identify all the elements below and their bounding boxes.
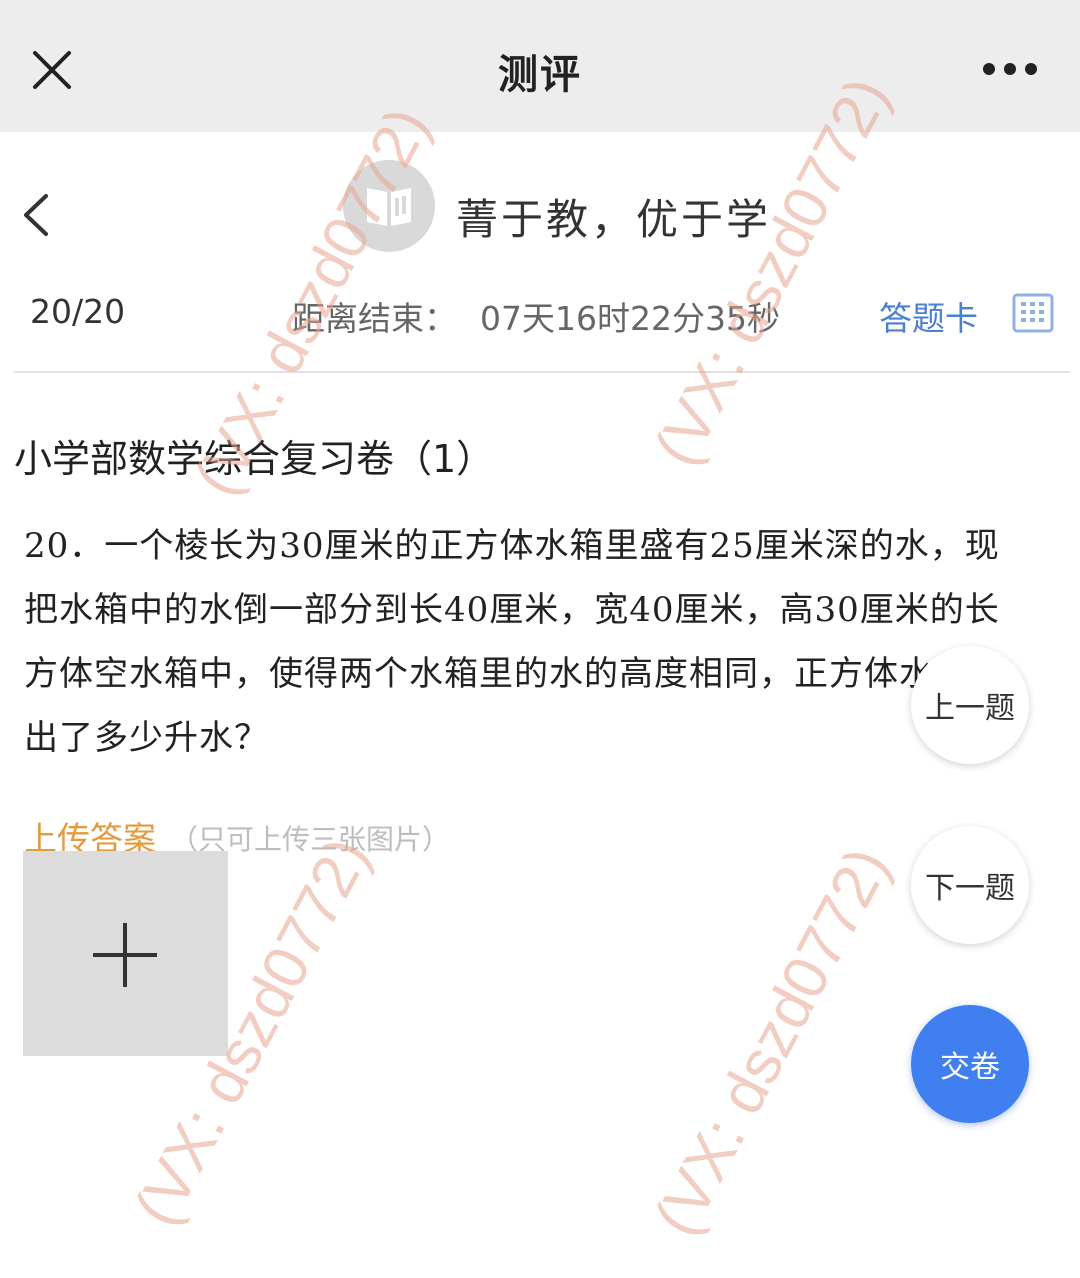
- divider: [14, 371, 1070, 373]
- answer-card-link[interactable]: 答题卡: [879, 292, 978, 340]
- prev-question-button[interactable]: 上一题: [911, 646, 1029, 764]
- question-progress: 20/20: [30, 292, 126, 331]
- grid-icon[interactable]: [1012, 293, 1054, 333]
- app-bar: 测评: [0, 0, 1080, 132]
- next-question-button[interactable]: 下一题: [911, 826, 1029, 944]
- page: 测评 菁于教，优于学 20/20 距离结束： 07天16时22分35秒 答题卡 …: [0, 0, 1080, 1278]
- more-icon[interactable]: [982, 62, 1038, 76]
- app-title: 测评: [498, 52, 582, 98]
- plus-icon: [93, 923, 157, 987]
- countdown-timer: 07天16时22分35秒: [480, 299, 780, 338]
- book-logo-icon: [343, 160, 435, 252]
- watermark-text: (VX: dszd0772): [641, 837, 903, 1247]
- chevron-left-icon[interactable]: [20, 192, 52, 238]
- paper-title: 小学部数学综合复习卷（1）: [14, 437, 495, 481]
- submit-paper-button[interactable]: 交卷: [911, 1005, 1029, 1123]
- countdown-label: 距离结束：: [292, 299, 457, 338]
- question-line: 20．一个棱长为30厘米的正方体水箱里盛有25厘米深的水，现: [24, 526, 1000, 566]
- slogan: 菁于教，优于学: [456, 195, 772, 244]
- upload-image-button[interactable]: [23, 851, 228, 1056]
- question-line: 把水箱中的水倒一部分到长40厘米，宽40厘米，高30厘米的长: [24, 590, 1000, 630]
